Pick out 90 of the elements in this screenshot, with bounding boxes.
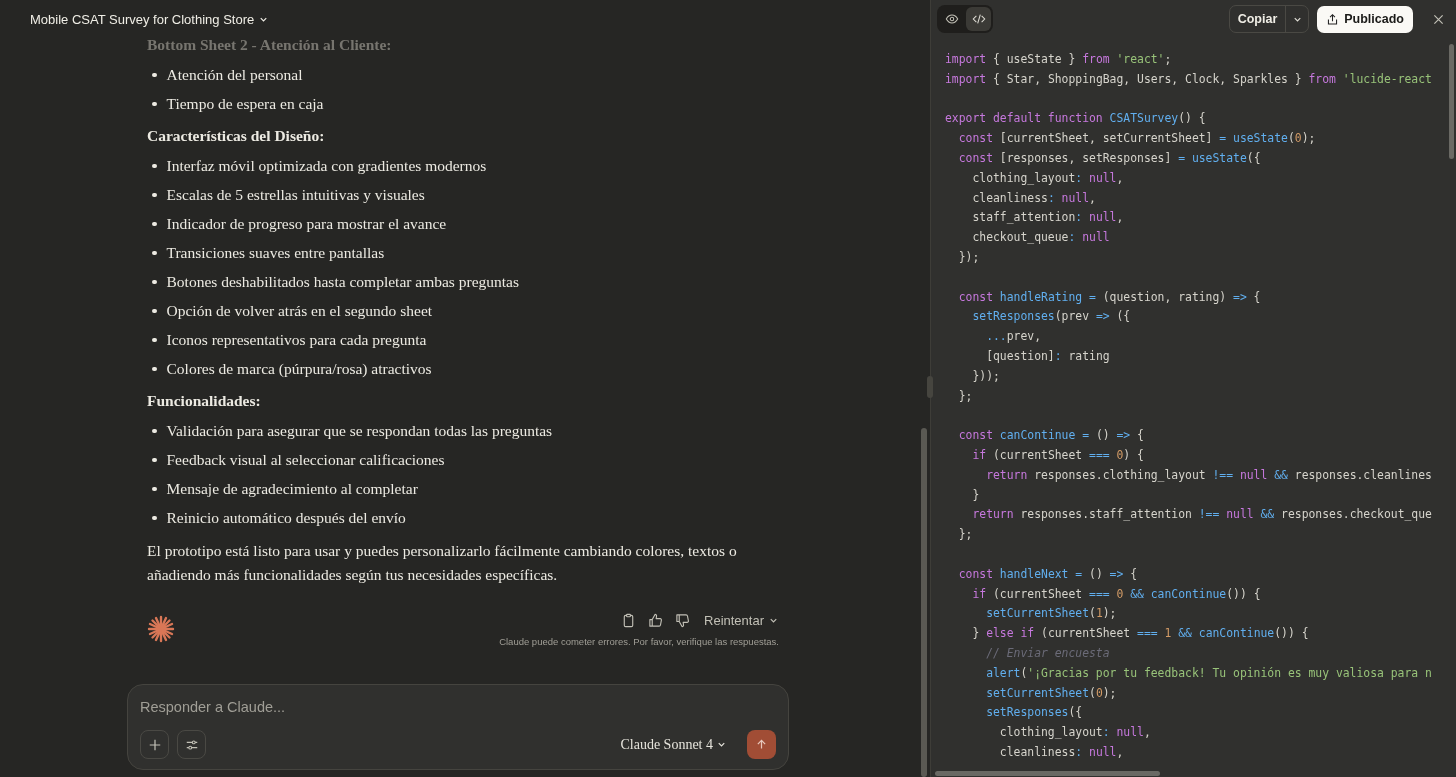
bullet-icon — [152, 366, 157, 372]
model-selector[interactable]: Claude Sonnet 4 — [614, 735, 733, 754]
thumbs-up-icon[interactable] — [648, 613, 663, 628]
code-line: }); — [957, 248, 980, 266]
list-item-text: Reinicio automático después del envío — [166, 508, 406, 528]
code-line: alert('¡Gracias por tu feedback! Tu opinión es muy valiosa para n — [985, 664, 1432, 682]
code-line: ...prev, — [985, 328, 1042, 346]
retry-button[interactable]: Reintentar — [704, 613, 779, 628]
disclaimer-text: Claude puede cometer errores. Por favor, verifique las respuestas. — [499, 636, 779, 647]
bullet-icon — [152, 163, 157, 169]
scrollbar-thumb[interactable] — [921, 428, 927, 777]
bullet-icon — [152, 308, 157, 314]
code-line: }; — [957, 526, 973, 544]
code-line: export default function CSATSurvey() { — [945, 110, 1206, 128]
list-item-text: Botones deshabilitados hasta completar ambas preguntas — [166, 272, 520, 292]
code-line: clothing_layout: null, — [998, 724, 1151, 742]
resize-handle[interactable] — [927, 376, 933, 398]
section-heading: Bottom Sheet 2 - Atención al Cliente: — [147, 35, 393, 55]
list-item-text: Opción de volver atrás en el segundo sheet — [166, 301, 433, 321]
code-line: cleanliness: null, — [998, 743, 1124, 761]
list-item-text: Transiciones suaves entre pantallas — [166, 243, 385, 263]
code-line: // Enviar encuesta — [985, 644, 1110, 662]
bullet-icon — [152, 221, 157, 227]
list-item-text: Tiempo de espera en caja — [166, 94, 324, 114]
code-line: setCurrentSheet(0); — [985, 684, 1117, 702]
code-view-tab[interactable] — [966, 7, 991, 31]
reply-field[interactable]: Responder a Claude... — [140, 697, 540, 717]
bullet-icon — [152, 337, 157, 343]
code-line: checkout_queue: null — [971, 229, 1110, 247]
scrollbar-thumb[interactable] — [935, 771, 1160, 776]
conversation-title[interactable]: Mobile CSAT Survey for Clothing Store — [24, 9, 276, 29]
code-line: import { Star, ShoppingBag, Users, Clock, Sparkles } from 'lucide-react — [945, 70, 1432, 88]
code-line: return responses.staff_attention !== null && responses.checkout_que — [971, 506, 1432, 524]
code-line: const [responses, setResponses] = useState({ — [957, 150, 1261, 167]
code-icon — [971, 12, 986, 26]
publish-button[interactable]: Publicado — [1317, 5, 1413, 33]
scrollbar-thumb[interactable] — [1449, 44, 1454, 159]
close-icon[interactable] — [1433, 13, 1444, 25]
code-line: if (currentSheet === 0 && canContinue()) { — [971, 585, 1261, 603]
list-item-text: Atención del personal — [166, 65, 303, 85]
list-item-text: Interfaz móvil optimizada con gradientes modernos — [166, 156, 487, 176]
code-line: staff_attention: null, — [971, 209, 1124, 227]
list-item-text: Colores de marca (púrpura/rosa) atractivos — [166, 359, 432, 379]
send-button[interactable] — [747, 730, 776, 759]
code-line: import { useState } from 'react'; — [945, 51, 1172, 68]
list-item-text: Mensaje de agradecimiento al completar — [166, 479, 418, 499]
code-line: return responses.clothing_layout !== null && responses.cleanlines — [985, 466, 1432, 484]
list-item-text: Indicador de progreso para mostrar el avance — [166, 214, 447, 234]
list-item-text: Escalas de 5 estrellas intuitivas y visuales — [166, 185, 425, 205]
bullet-icon — [152, 279, 157, 285]
settings-button[interactable] — [177, 730, 206, 759]
code-line: })); — [971, 367, 1000, 385]
code-line: setResponses(prev => ({ — [971, 308, 1131, 326]
code-line: const canContinue = () => { — [957, 427, 1144, 445]
bullet-icon — [152, 428, 157, 434]
asterisk-logo-icon — [147, 615, 175, 643]
bullet-icon — [152, 192, 157, 198]
section-heading: Características del Diseño: — [147, 126, 326, 146]
code-line: clothing_layout: null, — [971, 169, 1124, 187]
code-line: if (currentSheet === 0) { — [971, 446, 1144, 464]
code-line: } — [971, 486, 980, 504]
section-heading: Funcionalidades: — [147, 391, 262, 411]
code-line: const [currentSheet, setCurrentSheet] = useState(0); — [957, 130, 1316, 148]
bullet-icon — [152, 515, 157, 521]
list-item-text: Feedback visual al seleccionar calificaciones — [166, 450, 445, 470]
list-item-text: Validación para asegurar que se respondan todas las preguntas — [166, 421, 553, 441]
code-line: setResponses({ — [985, 704, 1083, 722]
paragraph-text: El prototipo está listo para usar y puedes personalizarlo fácilmente cambiando colores, textos o añadiendo más funcionalidades según tus necesidades específicas. — [147, 541, 738, 585]
eye-icon — [944, 12, 959, 26]
code-line: [question]: rating — [985, 347, 1110, 365]
bullet-icon — [152, 486, 157, 492]
code-line: setCurrentSheet(1); — [985, 605, 1117, 623]
code-line: const handleNext = () => { — [957, 565, 1138, 583]
code-line: cleanliness: null, — [971, 189, 1096, 207]
bullet-icon — [152, 457, 157, 463]
list-item-text: Iconos representativos para cada pregunta — [166, 330, 427, 350]
add-button[interactable] — [140, 730, 169, 759]
copy-button[interactable]: Copiar — [1229, 6, 1287, 32]
copy-icon[interactable] — [621, 613, 636, 628]
arrow-up-icon — [755, 738, 768, 751]
sliders-icon — [184, 737, 199, 752]
share-icon — [1326, 12, 1340, 26]
plus-icon — [147, 737, 162, 752]
code-line: const handleRating = (question, rating) => { — [957, 288, 1261, 306]
thumbs-down-icon[interactable] — [675, 613, 690, 628]
code-line: } else if (currentSheet === 1 && canContinue()) { — [971, 625, 1309, 643]
bullet-icon — [152, 250, 157, 256]
bullet-icon — [152, 72, 157, 78]
code-line: }; — [957, 387, 973, 405]
bullet-icon — [152, 101, 157, 107]
